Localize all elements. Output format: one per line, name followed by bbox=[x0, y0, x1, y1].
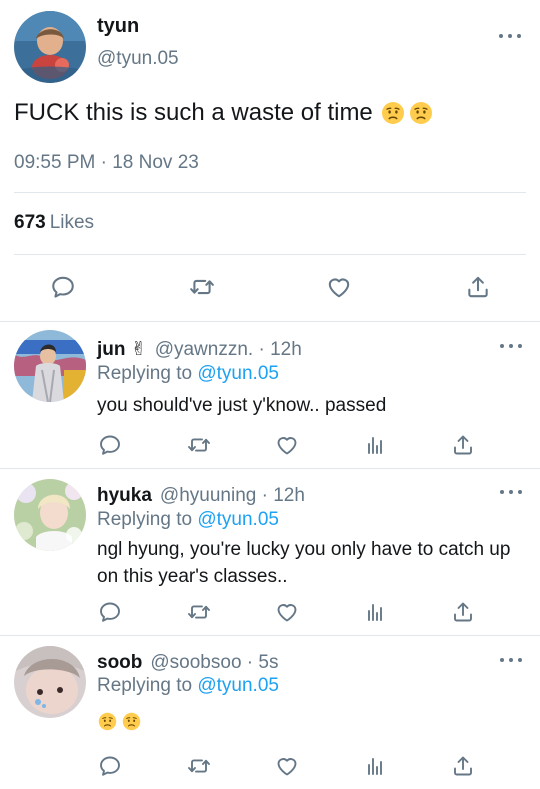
reply-header: hyuka @hyuuning · 12h bbox=[97, 485, 305, 507]
handle-and-time[interactable]: @soobsoo · 5s bbox=[150, 652, 278, 674]
worried-face-emoji bbox=[409, 101, 433, 125]
share-icon[interactable] bbox=[451, 433, 475, 457]
share-icon[interactable] bbox=[451, 754, 475, 778]
reply-text: you should've just y'know.. passed bbox=[97, 395, 387, 416]
display-name[interactable]: soob bbox=[97, 652, 142, 674]
more-options-icon[interactable] bbox=[499, 30, 521, 42]
display-name[interactable]: hyuka bbox=[97, 485, 152, 507]
retweet-icon[interactable] bbox=[187, 433, 211, 457]
replying-to-label: Replying to bbox=[97, 509, 193, 530]
display-name[interactable]: tyun bbox=[97, 15, 139, 38]
retweet-icon[interactable] bbox=[187, 754, 211, 778]
analytics-icon[interactable] bbox=[363, 433, 387, 457]
reply-icon[interactable] bbox=[98, 754, 122, 778]
handle-and-time[interactable]: @yawnzzn. · 12h bbox=[155, 339, 302, 361]
tweet-text: FUCK this is such a waste of time bbox=[14, 99, 433, 127]
reply-icon[interactable] bbox=[98, 433, 122, 457]
tweet-timestamp[interactable]: 09:55 PM · 18 Nov 23 bbox=[14, 152, 199, 174]
replying-to-handle[interactable]: @tyun.05 bbox=[197, 509, 279, 530]
display-name[interactable]: jun ✌ bbox=[97, 338, 147, 361]
share-icon[interactable] bbox=[451, 600, 475, 624]
divider bbox=[14, 254, 526, 255]
avatar[interactable] bbox=[14, 646, 86, 718]
more-options-icon[interactable] bbox=[500, 654, 522, 666]
reply-header: soob @soobsoo · 5s bbox=[97, 652, 278, 674]
tweet-text-content: FUCK this is such a waste of time bbox=[14, 99, 373, 126]
reply-header: jun ✌ @yawnzzn. · 12h bbox=[97, 338, 302, 361]
replying-to-label: Replying to bbox=[97, 675, 193, 696]
reply-text: ngl hyung, you're lucky you only have to… bbox=[97, 539, 511, 587]
replying-to-label: Replying to bbox=[97, 363, 193, 384]
avatar[interactable] bbox=[14, 479, 86, 551]
reply-icon[interactable] bbox=[98, 600, 122, 624]
more-options-icon[interactable] bbox=[500, 486, 522, 498]
handle-and-time[interactable]: @hyuuning · 12h bbox=[160, 485, 305, 507]
divider bbox=[14, 192, 526, 193]
reply-tweet[interactable]: jun ✌ @yawnzzn. · 12h Replying to @tyun.… bbox=[0, 322, 540, 469]
reply-icon[interactable] bbox=[50, 274, 76, 300]
retweet-icon[interactable] bbox=[189, 274, 215, 300]
likes-stat[interactable]: 673 Likes bbox=[14, 212, 94, 234]
like-icon[interactable] bbox=[275, 600, 299, 624]
retweet-icon[interactable] bbox=[187, 600, 211, 624]
replying-to-handle[interactable]: @tyun.05 bbox=[197, 675, 279, 696]
replying-to: Replying to @tyun.05 bbox=[97, 509, 279, 531]
reply-emojis bbox=[98, 712, 141, 731]
replying-to: Replying to @tyun.05 bbox=[97, 675, 279, 697]
replying-to-handle[interactable]: @tyun.05 bbox=[197, 363, 279, 384]
share-icon[interactable] bbox=[465, 274, 491, 300]
avatar[interactable] bbox=[14, 330, 86, 402]
worried-face-emoji bbox=[122, 712, 141, 731]
worried-face-emoji bbox=[98, 712, 117, 731]
avatar[interactable] bbox=[14, 11, 86, 83]
replying-to: Replying to @tyun.05 bbox=[97, 363, 279, 385]
reply-tweet[interactable]: hyuka @hyuuning · 12h Replying to @tyun.… bbox=[0, 469, 540, 636]
likes-label: Likes bbox=[49, 212, 95, 233]
likes-count: 673 bbox=[14, 212, 46, 233]
more-options-icon[interactable] bbox=[500, 340, 522, 352]
reply-tweet[interactable]: soob @soobsoo · 5s Replying to @tyun.05 bbox=[0, 636, 540, 789]
user-handle[interactable]: @tyun.05 bbox=[97, 48, 179, 70]
like-icon[interactable] bbox=[326, 274, 352, 300]
analytics-icon[interactable] bbox=[363, 754, 387, 778]
worried-face-emoji bbox=[381, 101, 405, 125]
analytics-icon[interactable] bbox=[363, 600, 387, 624]
like-icon[interactable] bbox=[275, 433, 299, 457]
like-icon[interactable] bbox=[275, 754, 299, 778]
main-tweet: tyun @tyun.05 FUCK this is such a waste … bbox=[0, 0, 540, 322]
